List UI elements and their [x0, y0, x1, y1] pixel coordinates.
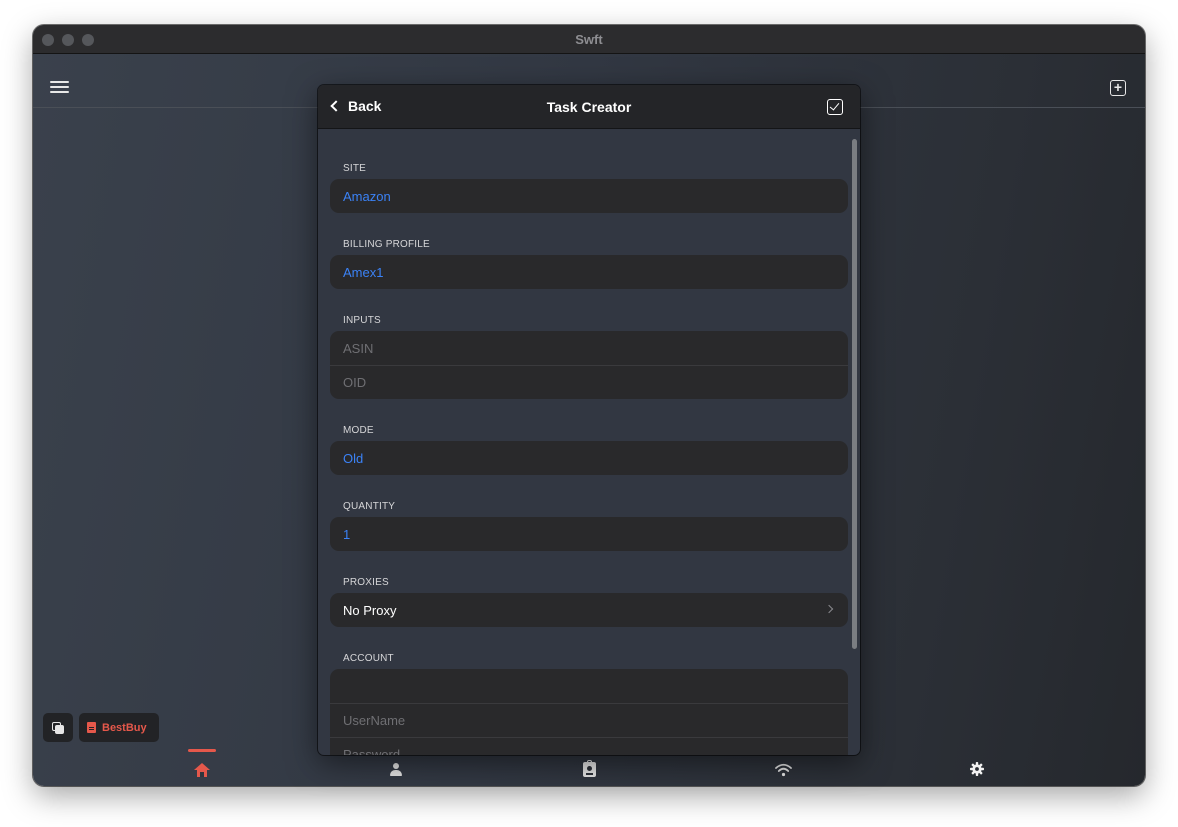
proxy-select-row[interactable]: No Proxy	[330, 593, 848, 627]
username-input[interactable]: UserName	[330, 703, 848, 737]
quantity-label: QUANTITY	[343, 501, 396, 512]
window-title: Swft	[575, 32, 603, 47]
site-select[interactable]: Amazon	[330, 179, 848, 213]
proxies-field-group: No Proxy	[330, 593, 848, 627]
person-icon	[390, 763, 402, 776]
home-icon	[194, 762, 210, 777]
wifi-icon	[774, 763, 792, 776]
proxies-label: PROXIES	[343, 577, 389, 588]
modal-title: Task Creator	[546, 99, 632, 115]
gear-icon	[970, 761, 984, 776]
modal-header: Back Task Creator	[318, 85, 860, 129]
add-task-icon[interactable]: +	[1110, 80, 1126, 96]
billing-profile-select[interactable]: Amex1	[330, 255, 848, 289]
account-select[interactable]	[330, 669, 848, 703]
mode-select[interactable]: Old	[330, 441, 848, 475]
badge-icon	[582, 760, 596, 777]
account-field-group: UserName Password	[330, 669, 848, 755]
confirm-checkbox-icon[interactable]	[827, 99, 843, 115]
hamburger-menu-icon[interactable]	[50, 81, 69, 95]
account-label: ACCOUNT	[343, 653, 394, 664]
document-icon	[87, 722, 96, 733]
proxy-value: No Proxy	[343, 602, 397, 618]
store-selector-button[interactable]: BestBuy	[79, 713, 159, 742]
bottom-left-actions: BestBuy	[43, 713, 159, 742]
mode-label: MODE	[343, 425, 374, 436]
task-creator-modal: Back Task Creator SITE Amazon BILLING PR…	[318, 85, 860, 755]
password-input[interactable]: Password	[330, 737, 848, 755]
modal-body: SITE Amazon BILLING PROFILE Amex1 INPUTS…	[318, 129, 860, 755]
oid-input[interactable]: OID	[330, 365, 848, 399]
billing-profile-label: BILLING PROFILE	[343, 239, 430, 250]
quantity-field-group: 1	[330, 517, 848, 551]
inputs-label: INPUTS	[343, 315, 381, 326]
billing-profile-field-group: Amex1	[330, 255, 848, 289]
chevron-right-icon	[824, 604, 834, 614]
mode-field-group: Old	[330, 441, 848, 475]
inputs-field-group: ASIN OID	[330, 331, 848, 399]
modal-scrollbar[interactable]	[852, 139, 857, 649]
store-label: BestBuy	[102, 721, 147, 734]
tab-settings[interactable]	[957, 747, 997, 786]
site-label: SITE	[343, 163, 367, 174]
site-field-group: Amazon	[330, 179, 848, 213]
title-bar: Swft	[33, 25, 1145, 54]
copy-button[interactable]	[43, 713, 73, 742]
tab-home[interactable]	[182, 747, 222, 786]
quantity-input[interactable]: 1	[330, 517, 848, 551]
asin-input[interactable]: ASIN	[330, 331, 848, 365]
